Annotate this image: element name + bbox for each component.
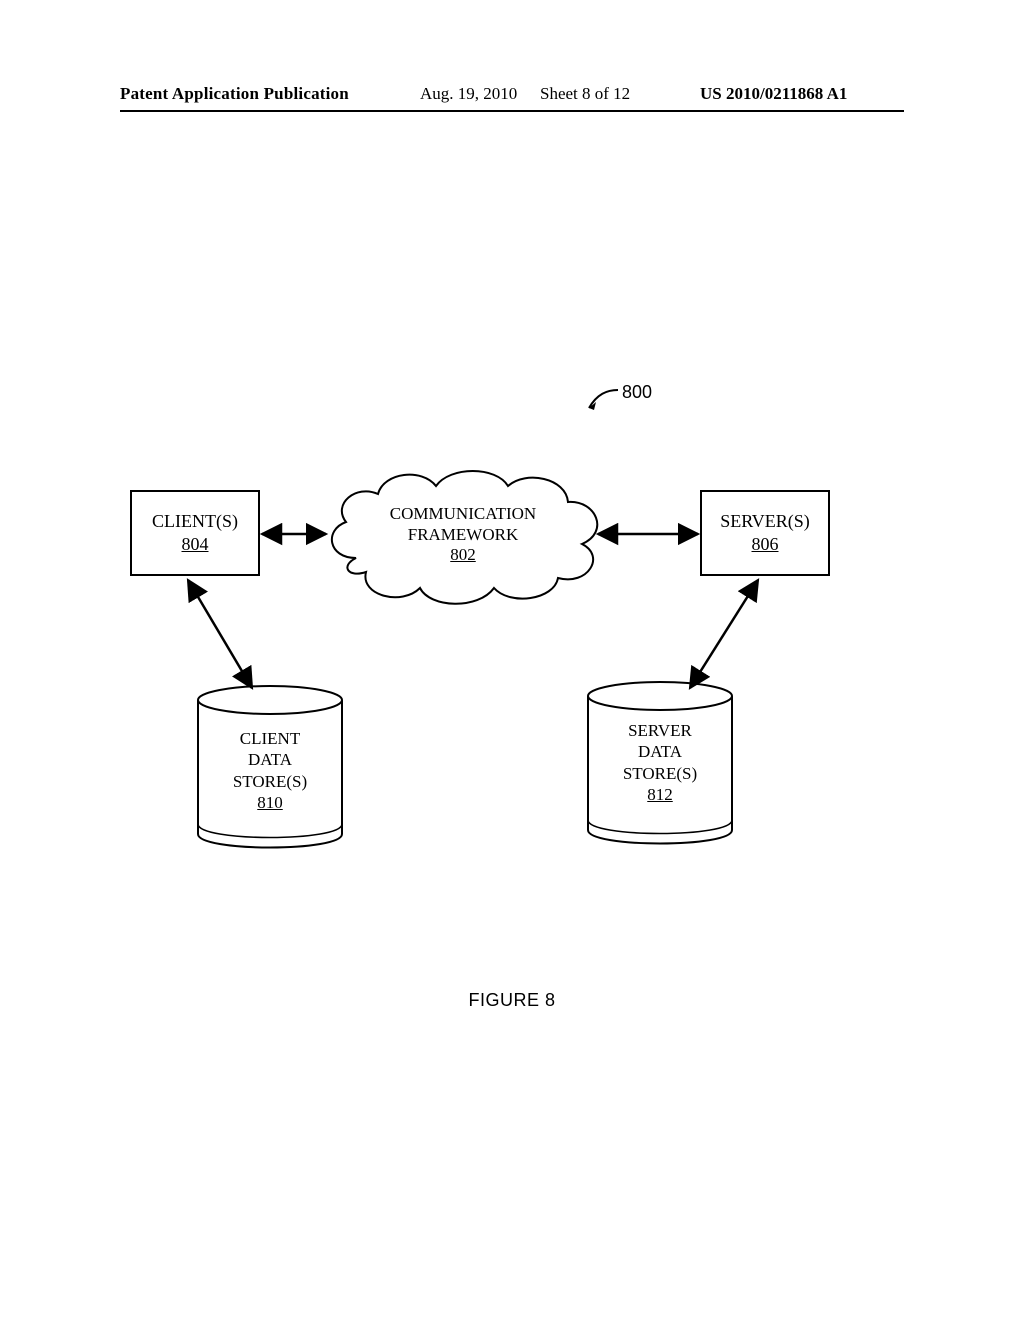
patent-page: Patent Application Publication Aug. 19, … [0,0,1024,1320]
diagram-stage: 800 CLIENT(S) 804 SERVER(S) 806 COMMUNIC… [0,0,1024,1320]
figure-caption: FIGURE 8 [0,990,1024,1011]
connector-arrows [0,0,1024,1320]
